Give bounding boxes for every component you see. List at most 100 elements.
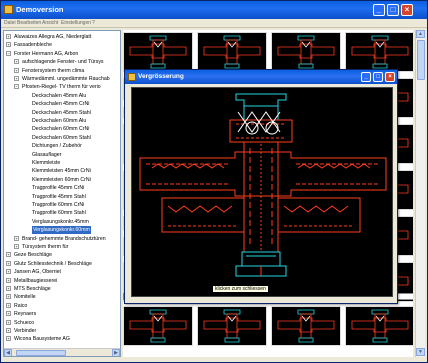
tree-item[interactable]: + Aluwaizes Allegra AG, Niederglatt [4, 33, 120, 41]
profile-thumbnail[interactable] [345, 306, 413, 346]
close-button[interactable]: × [401, 4, 413, 16]
profile-thumbnail[interactable] [123, 306, 193, 346]
tree-horizontal-scrollbar[interactable]: ◀ ▶ [4, 348, 120, 356]
tree-item[interactable]: Deckschalen 60mm Stahl [4, 134, 120, 142]
tree-item[interactable]: Deckschalen 60mm Alu [4, 117, 120, 125]
profile-thumbnail[interactable] [345, 32, 413, 72]
tree-item[interactable]: + Glutz Schliesstechnik / Beschläge [4, 260, 120, 268]
popup-minimize-button[interactable]: _ [361, 72, 371, 82]
profile-thumbnail[interactable] [271, 32, 341, 72]
tree-item-label: Tragprofile 45mm CrNi [32, 185, 85, 192]
scroll-right-icon[interactable]: ▶ [112, 349, 120, 356]
profile-thumbnail[interactable] [271, 306, 341, 346]
grid-scroll-thumb[interactable] [417, 40, 425, 80]
tree-item[interactable]: + Jansen AG, Oberriet [4, 268, 120, 276]
minimize-button[interactable]: _ [373, 4, 385, 16]
expand-icon[interactable]: + [6, 336, 11, 342]
tree-item[interactable]: Deckschalen 45mm Stahl [4, 109, 120, 117]
menu-ansicht[interactable]: Ansicht [42, 20, 58, 26]
enlarged-profile-drawing[interactable] [131, 87, 393, 297]
tree-item-label: Geze Beschläge [14, 252, 53, 259]
expand-icon[interactable]: + [6, 260, 11, 266]
expand-icon[interactable]: + [14, 59, 19, 65]
popup-maximize-button[interactable]: □ [373, 72, 383, 82]
tree-item[interactable]: Dichtungen / Zubehör [4, 142, 120, 150]
expand-icon[interactable]: + [6, 319, 11, 325]
menu-help[interactable]: ? [92, 20, 95, 26]
tree-item[interactable]: + Wärmedämml. ungedämmte Rauchab [4, 75, 120, 83]
menu-bearbeiten[interactable]: Bearbeiten [17, 20, 41, 26]
tree-item[interactable]: + Schueco [4, 319, 120, 327]
tree-item[interactable]: Glasauflager [4, 151, 120, 159]
tree-item[interactable]: + Nomitelle [4, 293, 120, 301]
tree-item[interactable]: + Raico [4, 302, 120, 310]
popup-titlebar[interactable]: Vergrösserung _ □ × [125, 70, 397, 84]
expand-icon[interactable]: + [6, 328, 11, 333]
expand-icon[interactable]: + [6, 269, 11, 275]
expand-icon[interactable]: + [14, 76, 19, 81]
main-titlebar[interactable]: Demoversion _ □ × [1, 1, 427, 19]
tree-scroll-thumb[interactable] [16, 350, 66, 356]
zoom-popup: Vergrösserung _ □ × [124, 69, 398, 304]
collapse-icon[interactable]: − [6, 50, 11, 56]
tree-item[interactable]: Deckschalen 45mm Alu [4, 92, 120, 100]
expand-icon[interactable]: + [14, 235, 19, 241]
maximize-button[interactable]: □ [387, 4, 399, 16]
expand-icon[interactable]: + [6, 311, 11, 317]
tree-item-label: Tragprofile 60mm Stahl [32, 210, 86, 217]
tree-item[interactable]: + Türsystem therm für [4, 243, 120, 251]
tree-item[interactable]: + Geze Beschläge [4, 251, 120, 259]
tree-item-label: Metallbaugiesserei [14, 277, 58, 284]
tree-item[interactable]: Verglasungskonkr.60mm [4, 226, 120, 235]
category-tree[interactable]: ◀ ▶ + Aluwaizes Allegra AG, Niederglatt + F… [3, 30, 121, 357]
tree-item[interactable]: Tragprofile 45mm Stahl [4, 193, 120, 201]
tree-item[interactable]: Klemmleisten 60mm CrNi [4, 176, 120, 184]
tree-item[interactable]: Deckschalen 45mm CrNi [4, 100, 120, 108]
tree-item[interactable]: Tragprofile 60mm Stahl [4, 209, 120, 217]
tree-item[interactable]: + MTS Beschläge [4, 285, 120, 293]
tree-item[interactable]: + Reynaers [4, 310, 120, 318]
scroll-down-icon[interactable]: ▼ [416, 348, 425, 356]
tree-item-label: Deckschalen 60mm Alu [32, 118, 87, 124]
expand-icon[interactable]: + [6, 42, 11, 48]
tree-item[interactable]: Klemmleisten 45mm CrNi [4, 167, 120, 175]
expand-icon[interactable]: + [6, 294, 11, 300]
expand-icon[interactable]: + [6, 277, 11, 283]
tree-item[interactable]: − Pfosten-Riegel- TV therm für verio [4, 83, 120, 91]
window-title: Demoversion [16, 5, 64, 14]
tree-item-label: Dichtungen / Zubehör [32, 143, 82, 150]
tree-item[interactable]: + Metallbaugiesserei [4, 277, 120, 285]
profile-cross-section [139, 93, 387, 277]
tree-item[interactable]: Deckschalen 60mm CrNi [4, 125, 120, 133]
menu-einstellungen[interactable]: Einstellungen [61, 20, 91, 26]
tree-item[interactable]: + aufschlagende Fenster- und Türsys [4, 58, 120, 66]
tree-item[interactable]: − Forster Hermann AG, Arbon [4, 50, 120, 58]
popup-app-icon [128, 73, 136, 81]
tree-item[interactable]: + Verbinder [4, 327, 120, 335]
expand-icon[interactable]: + [6, 252, 11, 258]
tree-item[interactable]: + Fassadenbleche [4, 41, 120, 49]
menu-datei[interactable]: Datei [4, 20, 16, 26]
scroll-up-icon[interactable]: ▲ [416, 30, 425, 38]
expand-icon[interactable]: + [6, 34, 11, 39]
grid-vertical-scrollbar[interactable]: ▲ ▼ [415, 30, 425, 357]
tree-item[interactable]: + Fenstersystem therm clima [4, 67, 120, 75]
expand-icon[interactable]: + [6, 286, 11, 291]
tree-item[interactable]: Tragprofile 60mm CrNi [4, 201, 120, 209]
scroll-left-icon[interactable]: ◀ [4, 349, 12, 356]
profile-thumbnail[interactable] [197, 32, 267, 72]
tree-item[interactable]: + Brand- gehemmte Brandschutztüren [4, 235, 120, 243]
tree-item-label: Glasauflager [32, 151, 62, 158]
expand-icon[interactable]: + [14, 244, 19, 249]
tree-item[interactable]: Verglasungskonkr.45mm [4, 218, 120, 226]
tree-item[interactable]: Klemmleiste [4, 159, 120, 167]
popup-close-button[interactable]: × [385, 72, 395, 82]
expand-icon[interactable]: + [14, 67, 19, 73]
app-icon [4, 5, 13, 14]
collapse-icon[interactable]: − [14, 84, 19, 90]
expand-icon[interactable]: + [6, 302, 11, 308]
tree-item[interactable]: + Wicona Bausysteme AG [4, 335, 120, 343]
profile-thumbnail[interactable] [197, 306, 267, 346]
profile-thumbnail[interactable] [123, 32, 193, 72]
tree-item[interactable]: Tragprofile 45mm CrNi [4, 184, 120, 192]
